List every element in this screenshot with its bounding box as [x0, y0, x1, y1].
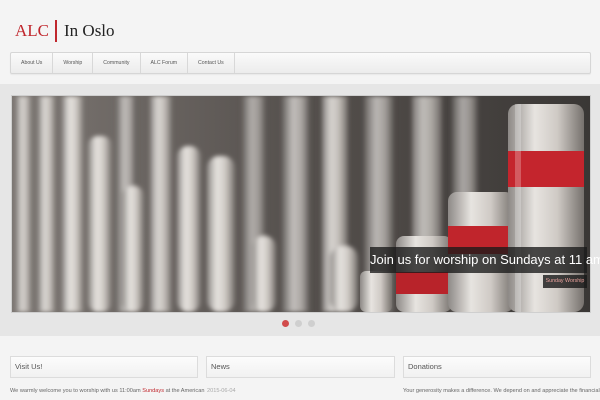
visit-us-text-start: We warmly welcome you to worship with us…: [10, 388, 143, 394]
slide-dot-2[interactable]: [295, 320, 302, 327]
nav-contact-us[interactable]: Contact Us: [188, 53, 235, 73]
slider-pagination: [282, 320, 315, 327]
visit-us-heading: Visit Us!: [10, 356, 198, 378]
logo-divider: [55, 20, 57, 42]
slide-dot-1[interactable]: [282, 320, 289, 327]
logo-place: In Oslo: [64, 21, 115, 40]
nav-alc-forum[interactable]: ALC Forum: [141, 53, 189, 73]
news-heading: News: [206, 356, 395, 378]
slide-dot-3[interactable]: [308, 320, 315, 327]
nav-community[interactable]: Community: [93, 53, 141, 73]
hero-slider[interactable]: [11, 95, 591, 313]
organ-pipes-image: [12, 96, 590, 312]
donations-heading: Donations: [403, 356, 591, 378]
sundays-link[interactable]: Sundays: [142, 388, 164, 394]
slide-subcaption-link[interactable]: Sunday Worship: [543, 275, 587, 288]
slide-caption: Join us for worship on Sundays at 11 am: [370, 247, 600, 273]
nav-about-us[interactable]: About Us: [11, 53, 54, 73]
news-date: 2015-06-04: [207, 388, 236, 394]
nav-worship[interactable]: Worship: [53, 53, 94, 73]
site-logo[interactable]: ALC In Oslo: [15, 19, 115, 43]
logo-brand: ALC: [15, 21, 49, 40]
main-nav: About Us Worship Community ALC Forum Con…: [10, 52, 591, 74]
visit-us-text: We warmly welcome you to worship with us…: [10, 388, 204, 394]
donations-text: Your generosity makes a difference. We d…: [403, 388, 600, 394]
visit-us-text-end: at the American: [164, 388, 205, 394]
